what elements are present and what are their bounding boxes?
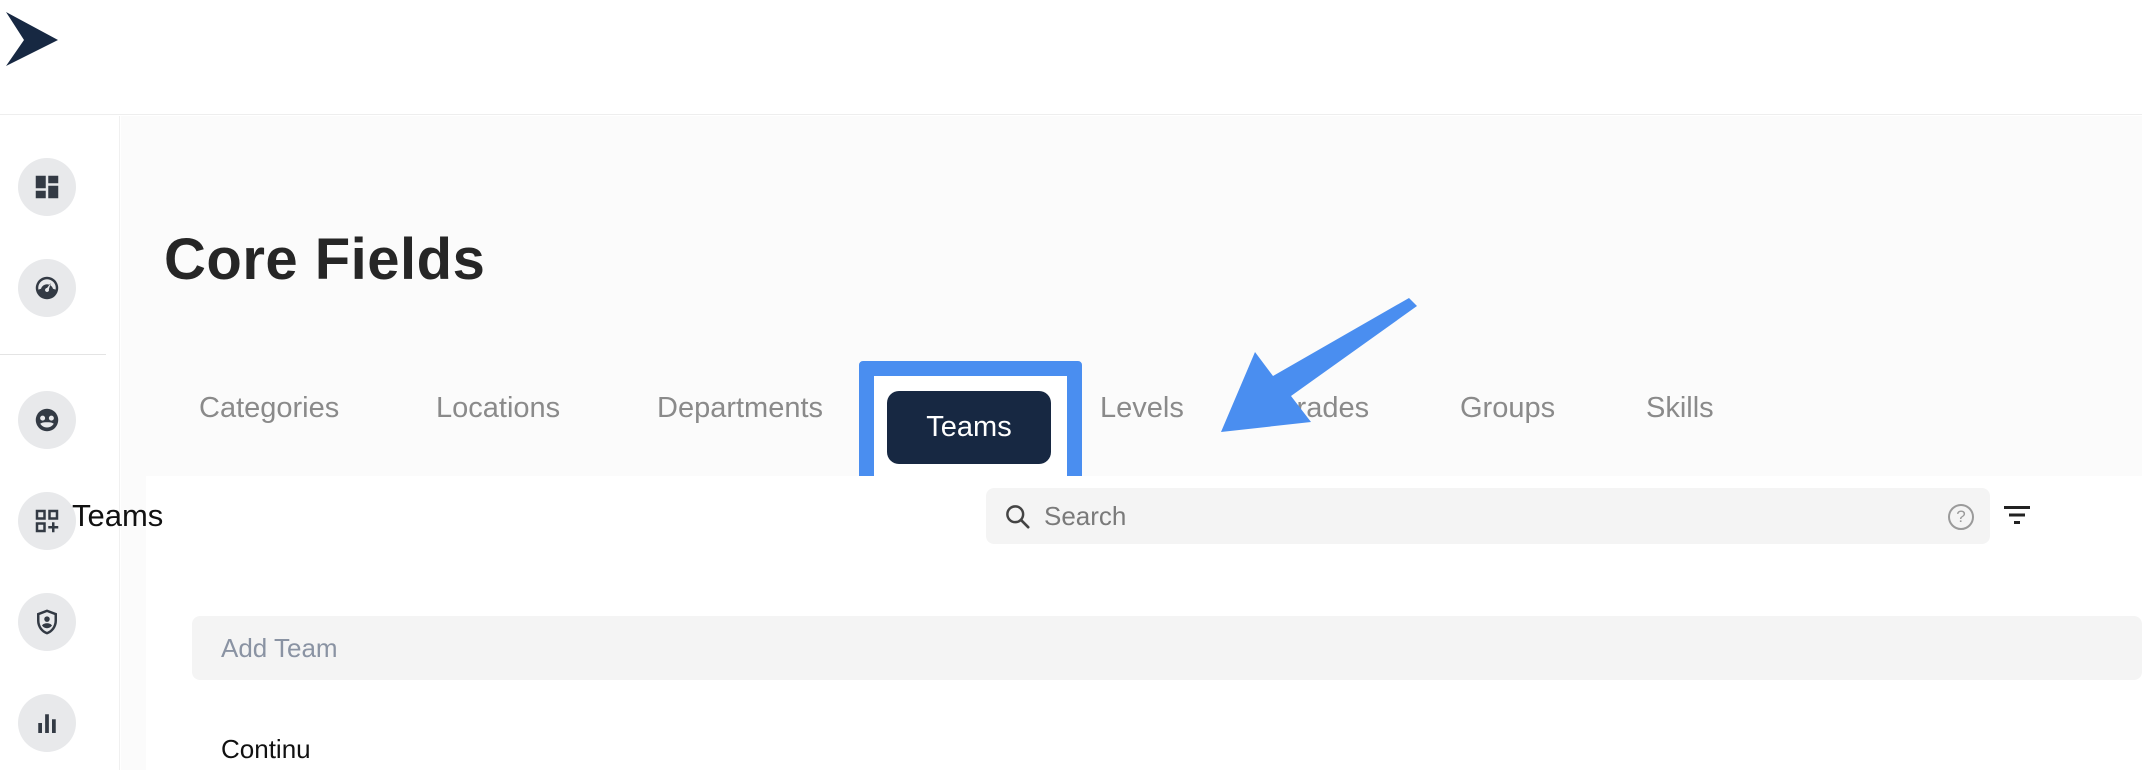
add-team-field — [192, 616, 2142, 680]
search-icon — [1006, 505, 1030, 529]
tab-locations[interactable]: Locations — [436, 392, 560, 425]
filter-icon[interactable] — [2003, 503, 2031, 527]
list-item[interactable]: Continu — [221, 734, 311, 765]
top-bar — [0, 0, 2142, 115]
search-input[interactable] — [1044, 488, 1914, 544]
tab-bar: Categories Locations Departments Teams L… — [121, 361, 2021, 502]
search-bar: ? — [986, 488, 1990, 544]
sidebar — [0, 116, 120, 770]
panel-title: Teams — [72, 498, 164, 533]
tab-skills[interactable]: Skills — [1646, 392, 1714, 425]
page-title: Core Fields — [164, 227, 486, 292]
tab-levels[interactable]: Levels — [1100, 392, 1184, 425]
people-icon[interactable] — [18, 391, 76, 449]
help-icon[interactable]: ? — [1948, 504, 1974, 530]
add-team-input[interactable] — [221, 616, 1121, 680]
bar-chart-icon[interactable] — [18, 694, 76, 752]
tab-teams[interactable]: Teams — [887, 391, 1051, 464]
speedometer-icon[interactable] — [18, 259, 76, 317]
play-arrow-logo-icon[interactable] — [0, 8, 62, 70]
annotation-arrow-icon — [1221, 298, 1417, 432]
tab-categories[interactable]: Categories — [199, 392, 339, 425]
shield-person-icon[interactable] — [18, 593, 76, 651]
tab-groups[interactable]: Groups — [1460, 392, 1555, 425]
sidebar-divider — [0, 354, 106, 355]
dashboard-icon[interactable] — [18, 158, 76, 216]
apps-add-icon[interactable] — [18, 492, 76, 550]
tab-departments[interactable]: Departments — [657, 392, 823, 425]
